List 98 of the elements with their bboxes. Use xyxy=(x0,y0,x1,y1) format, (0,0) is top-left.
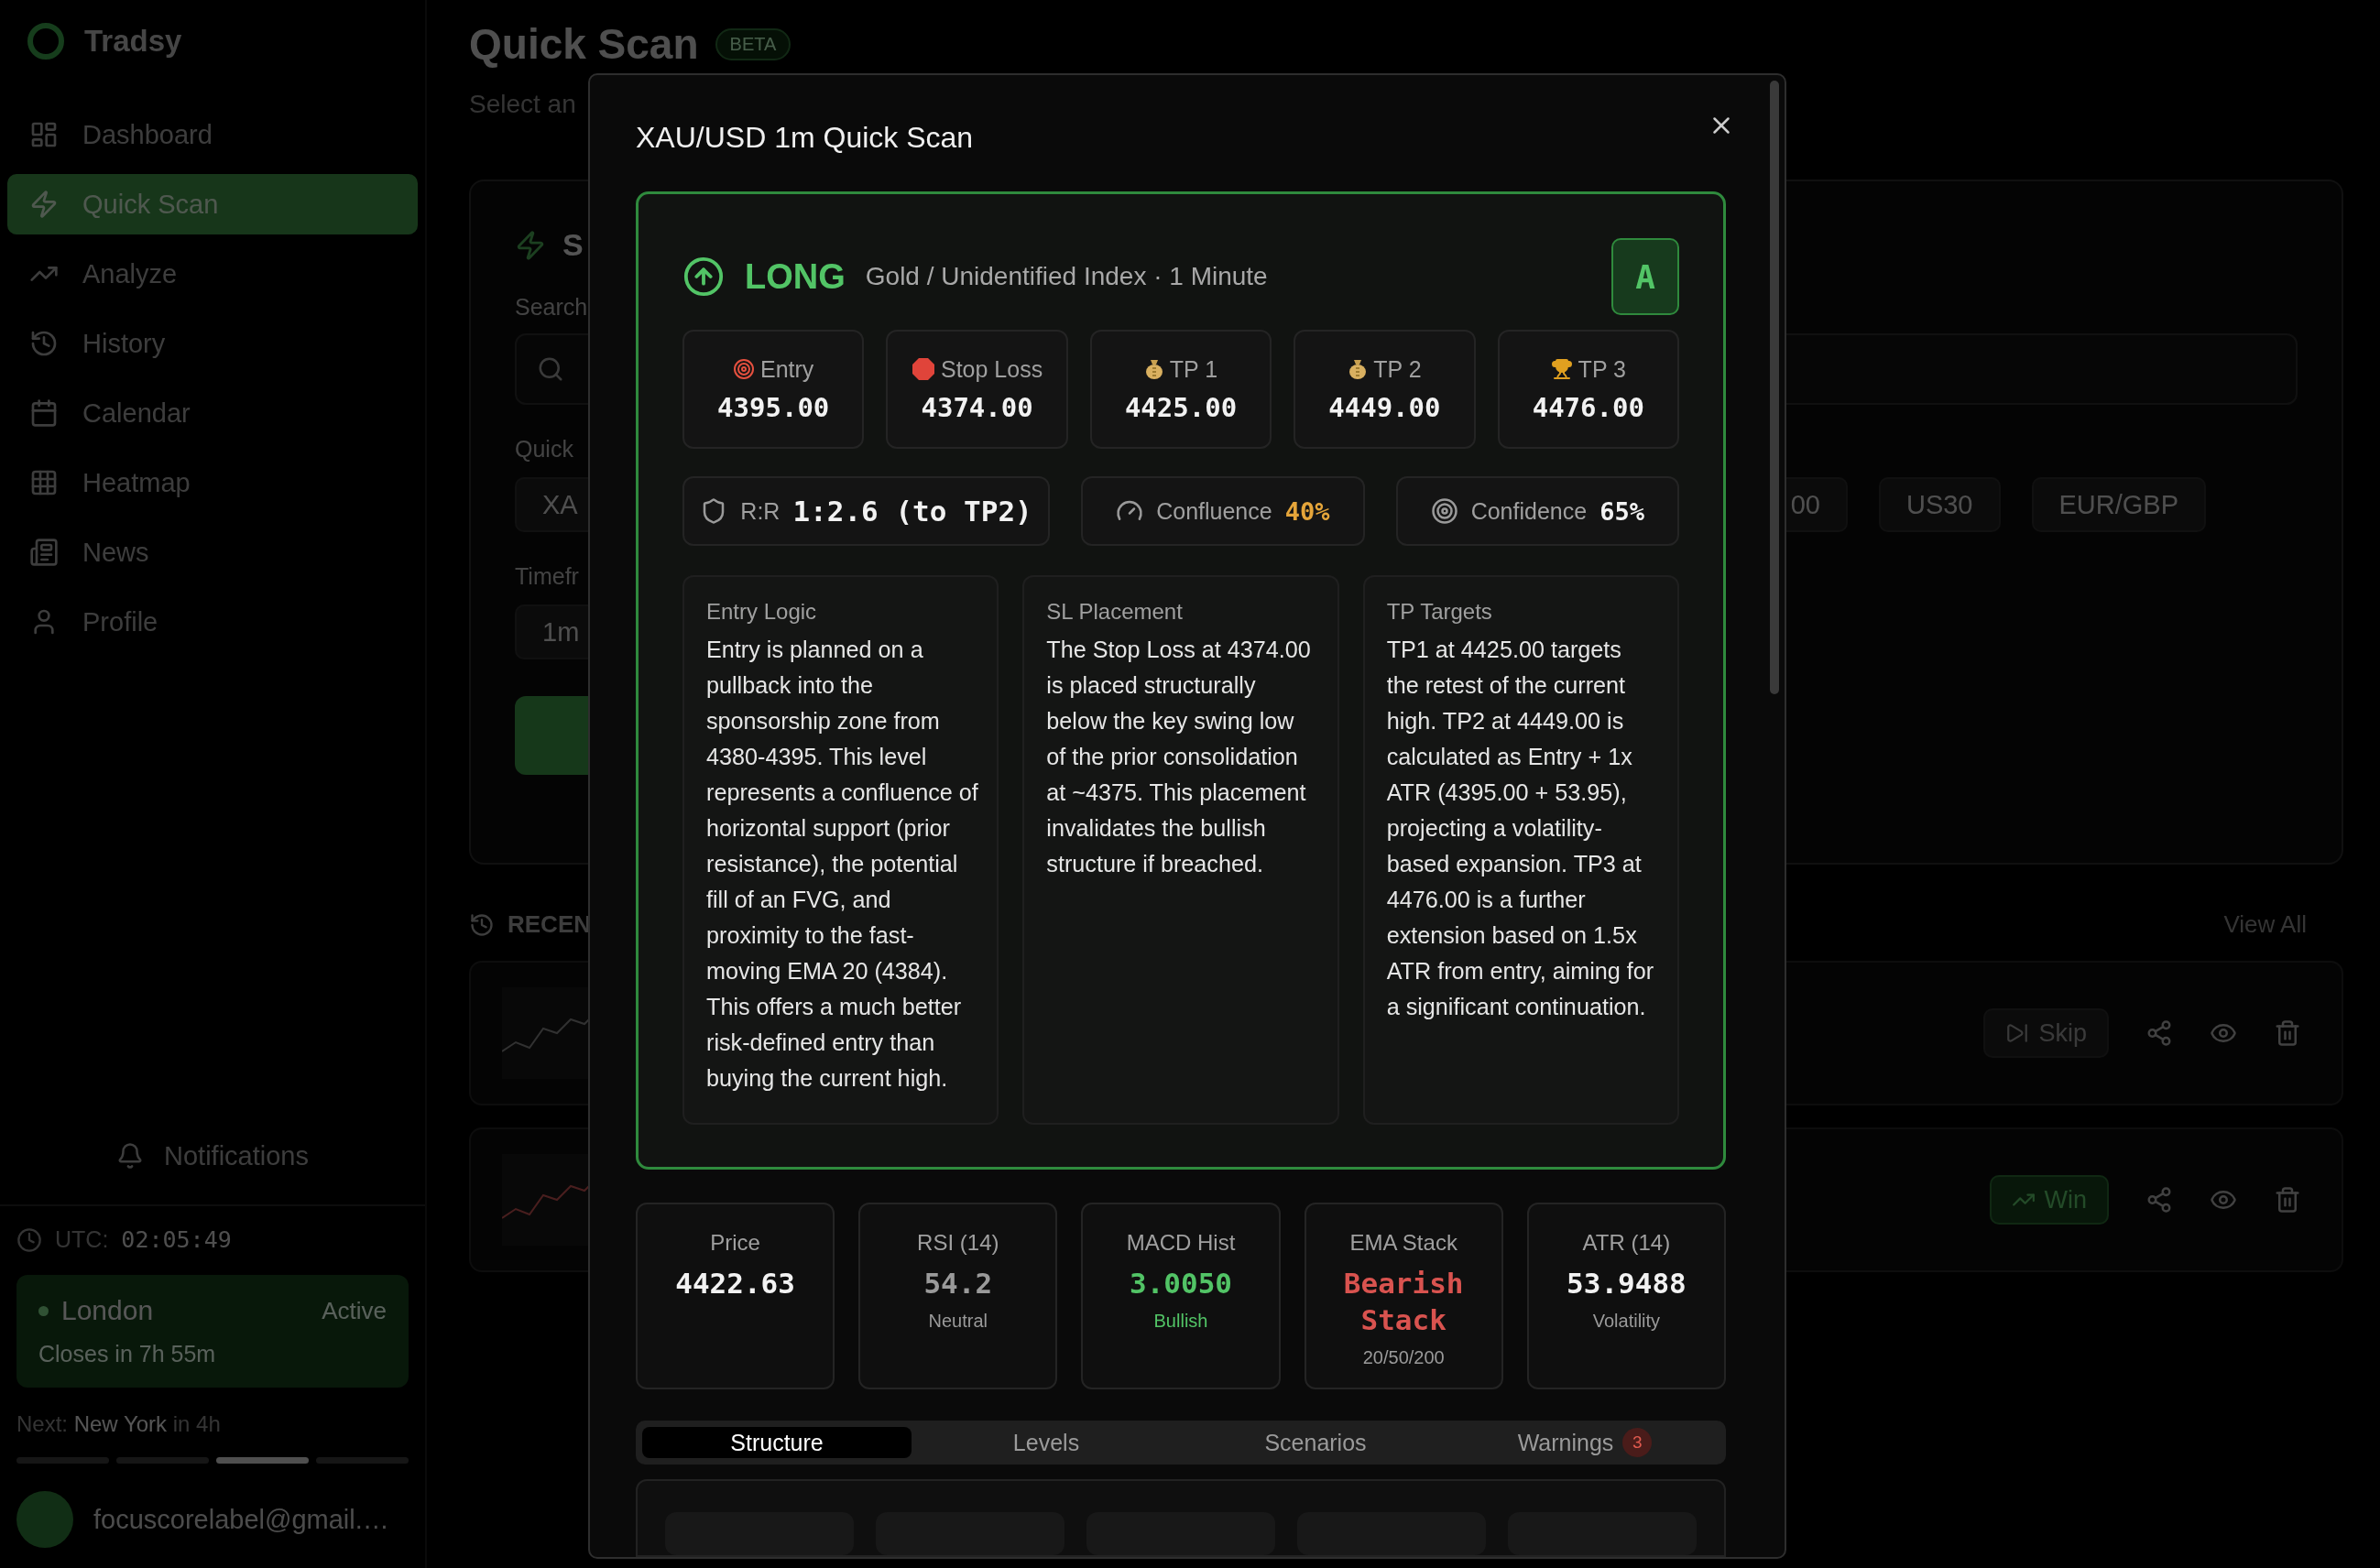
metric-label: Confidence xyxy=(1470,497,1588,525)
metric-label: Confluence xyxy=(1156,497,1272,525)
notifications-button[interactable]: Notifications xyxy=(0,1124,425,1188)
indicator-label: Price xyxy=(710,1230,760,1256)
indicator-value: 3.0050 xyxy=(1129,1266,1233,1301)
user-email: focuscorelabel@gmail.… xyxy=(93,1504,389,1535)
level-value: 4449.00 xyxy=(1328,391,1441,423)
analysis-text: Entry is planned on a pullback into the sponsorship zone from 4380-4395. This level represents a confluence of horizontal support (prior resistance), the potential fill of an FVG, and proximity to the fast-moving EMA 20 (4384). This offers a much better risk-defined entry than buying the current high. xyxy=(706,636,979,1093)
indicator-value: 4422.63 xyxy=(674,1266,796,1301)
bell-icon xyxy=(116,1142,144,1170)
field-label: Quick xyxy=(515,436,573,463)
brand-name: Tradsy xyxy=(84,24,182,59)
level-label: TP 2 xyxy=(1373,355,1422,383)
nav-item[interactable]: Dashboard xyxy=(7,104,418,165)
share-icon xyxy=(2145,1019,2173,1047)
instrument-text: Gold / Unidentified Index · 1 Minute xyxy=(865,262,1268,291)
session-countdown: Closes in 7h 55m xyxy=(38,1341,217,1367)
count-badge: 3 xyxy=(1622,1428,1653,1457)
indicator-value: 53.9488 xyxy=(1566,1266,1687,1301)
money-bag-icon xyxy=(1348,358,1369,380)
scrollbar[interactable] xyxy=(1770,81,1779,694)
indicator-note: Bullish xyxy=(1153,1311,1208,1332)
indicator-note: Neutral xyxy=(928,1311,988,1332)
level-label: Entry xyxy=(760,355,814,383)
analysis-text: TP1 at 4425.00 targets the retest of the current high. TP2 at 4449.00 is calculated as Entry + 1x ATR (4395.00 + 53.95), projecting a volatility-based expansion. TP3 at 4476.00 is a further extension based on 1.5x ATR from entry, aiming for a significant continuation. xyxy=(1386,636,1655,1021)
share-button[interactable] xyxy=(2145,1186,2173,1214)
dialog-title: XAU/USD 1m Quick Scan xyxy=(636,121,974,155)
section-title: RECEN xyxy=(508,910,591,939)
trophy-icon xyxy=(1550,358,1573,380)
delete-button[interactable] xyxy=(2274,1186,2301,1214)
beta-badge: BETA xyxy=(715,27,792,60)
level-value: 4395.00 xyxy=(717,391,830,423)
tab[interactable]: Levels xyxy=(912,1427,1181,1458)
field-label: Search xyxy=(515,294,588,321)
lightning-icon xyxy=(515,229,546,261)
indicator-label: EMA Stack xyxy=(1349,1230,1457,1256)
symbol-chip[interactable]: EUR/GBP xyxy=(2031,477,2207,532)
share-icon xyxy=(2145,1186,2173,1214)
analysis-heading: SL Placement xyxy=(1046,599,1184,625)
session-status: Active xyxy=(322,1296,387,1325)
trash-icon xyxy=(2274,1019,2301,1047)
metric-value: 1:2.6 (to TP2) xyxy=(792,495,1032,528)
direction-label: LONG xyxy=(745,256,846,297)
tab[interactable]: Structure xyxy=(642,1427,912,1458)
money-bag-icon xyxy=(1143,358,1164,380)
metric-value: 65% xyxy=(1599,496,1644,526)
arrow-up-icon xyxy=(682,256,725,298)
metric-label: R:R xyxy=(740,497,781,525)
analysis-heading: Entry Logic xyxy=(706,599,818,625)
level-value: 4425.00 xyxy=(1124,391,1238,423)
calendar-icon xyxy=(29,398,59,428)
indicator-label: MACD Hist xyxy=(1126,1230,1236,1256)
tab[interactable]: Warnings 3 xyxy=(1450,1427,1719,1458)
grade-badge: A xyxy=(1611,238,1679,315)
indicator-label: RSI (14) xyxy=(917,1230,999,1256)
analysis-text: The Stop Loss at 4374.00 is placed structurally below the key swing low of the prior consolidation at ~4375. This placement invalidates the bullish structure if breached. xyxy=(1046,636,1312,878)
card-title: S xyxy=(562,227,584,263)
nav-item[interactable]: Analyze xyxy=(7,244,418,304)
trash-icon xyxy=(2274,1186,2301,1214)
page-title: Quick Scan xyxy=(469,19,699,70)
indicator-note: Volatility xyxy=(1592,1311,1661,1332)
history-icon xyxy=(469,911,495,938)
analysis-heading: TP Targets xyxy=(1386,599,1493,625)
delete-button[interactable] xyxy=(2274,1019,2301,1047)
level-label: TP 1 xyxy=(1169,355,1218,383)
utc-time: 02:05:49 xyxy=(121,1226,232,1253)
indicator-value: 54.2 xyxy=(923,1266,994,1301)
indicator-label: ATR (14) xyxy=(1582,1230,1671,1256)
tab[interactable]: Scenarios xyxy=(1181,1427,1450,1458)
grid-icon xyxy=(29,468,59,497)
history-icon xyxy=(29,329,59,358)
indicator-note: 20/50/200 xyxy=(1362,1347,1445,1368)
dashboard-icon xyxy=(29,120,59,149)
level-label: TP 3 xyxy=(1578,355,1626,383)
level-value: 4476.00 xyxy=(1532,391,1644,423)
nav-item[interactable]: History xyxy=(7,313,418,374)
metric-value: 40% xyxy=(1284,496,1330,526)
level-value: 4374.00 xyxy=(921,391,1033,423)
share-button[interactable] xyxy=(2145,1019,2173,1047)
nav-item[interactable]: Calendar xyxy=(7,383,418,443)
logo-icon xyxy=(27,23,64,60)
nav-item[interactable]: Heatmap xyxy=(7,452,418,513)
stop-sign-icon xyxy=(912,357,935,381)
session-name: London xyxy=(61,1295,154,1326)
nav-item[interactable]: Profile xyxy=(7,592,418,652)
field-label: Timefr xyxy=(515,563,579,590)
nav-item[interactable]: News xyxy=(7,522,418,583)
indicator-value: Bearish Stack xyxy=(1342,1266,1465,1338)
skip-icon xyxy=(2005,1021,2030,1045)
search-icon xyxy=(537,355,564,383)
target-icon xyxy=(733,358,755,380)
status-dot xyxy=(38,1305,49,1316)
symbol-chip[interactable]: US30 xyxy=(1878,477,2001,532)
target-icon xyxy=(1430,497,1458,525)
newspaper-icon xyxy=(29,538,59,567)
clock-icon xyxy=(16,1226,42,1253)
lightning-icon xyxy=(29,190,59,219)
level-label: Stop Loss xyxy=(941,355,1043,383)
